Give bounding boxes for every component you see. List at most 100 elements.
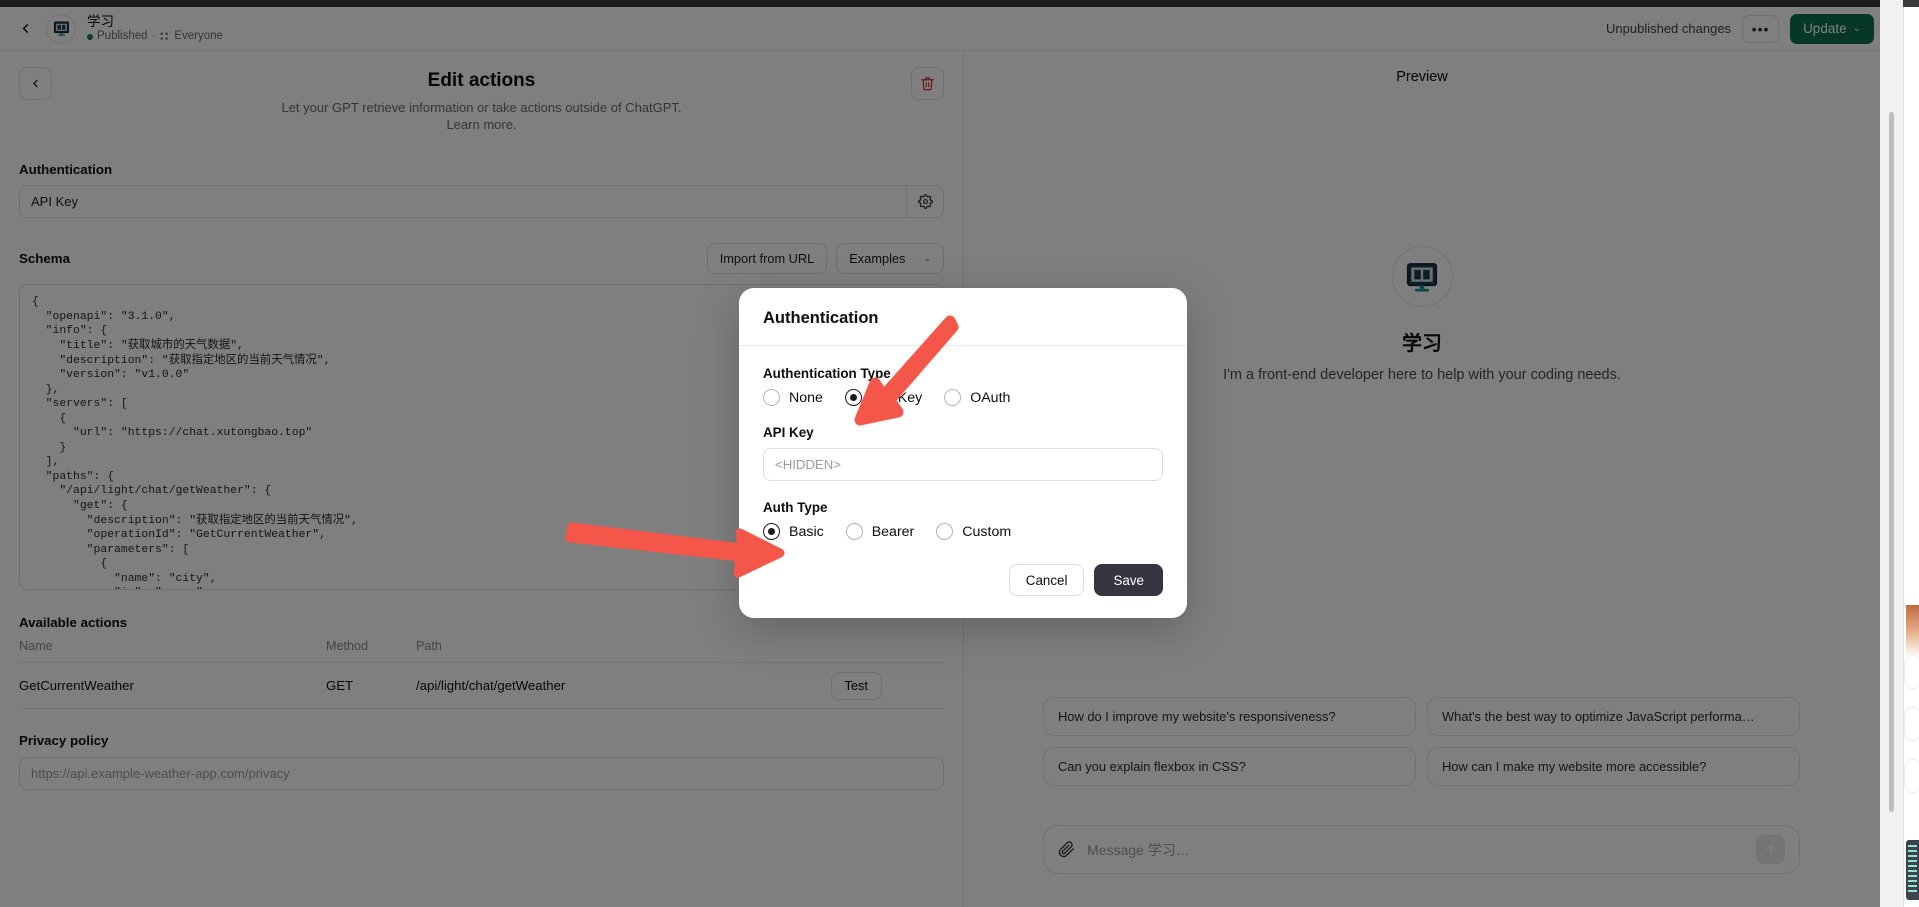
test-action-button[interactable]: Test bbox=[830, 671, 882, 700]
preview-gpt-name: 学习 bbox=[1402, 333, 1442, 355]
preview-title: Preview bbox=[1396, 69, 1448, 85]
auth-sub-type-radios: Basic Bearer Custom bbox=[763, 523, 1163, 540]
privacy-policy-input[interactable]: https://api.example-weather-app.com/priv… bbox=[19, 757, 944, 791]
radio-icon[interactable] bbox=[936, 523, 954, 540]
privacy-policy-section: Privacy policy https://api.example-weath… bbox=[19, 733, 944, 791]
editor-back-button[interactable] bbox=[19, 67, 52, 100]
cancel-label: Cancel bbox=[1025, 572, 1068, 588]
page-title: Edit actions bbox=[427, 70, 536, 91]
browser-chrome-strip bbox=[0, 0, 1880, 7]
auth-type-option-api-key[interactable]: API Key bbox=[844, 389, 922, 406]
background-chat-sliver bbox=[1904, 655, 1919, 855]
screen: 学习 Published · Everyone Unpublished chan bbox=[0, 0, 1919, 907]
message-input-placeholder[interactable]: Message 学习… bbox=[1087, 840, 1756, 860]
auth-type-radios: None API Key OAuth bbox=[763, 389, 1163, 406]
starter-chip[interactable]: Can you explain flexbox in CSS? bbox=[1043, 747, 1416, 786]
trash-icon bbox=[921, 77, 934, 91]
authentication-value: API Key bbox=[31, 194, 78, 210]
actions-table: Name Method Path GetCurrentWeather GET /… bbox=[19, 639, 944, 710]
visibility-label: Everyone bbox=[174, 30, 223, 43]
api-key-label: API Key bbox=[763, 425, 814, 440]
cell-action-path: /api/light/chat/getWeather bbox=[416, 678, 566, 694]
preview-gpt-description: I'm a front-end developer here to help w… bbox=[1223, 367, 1621, 383]
auth-sub-option-custom[interactable]: Custom bbox=[936, 523, 1011, 540]
starter-chip[interactable]: How do I improve my website's responsive… bbox=[1043, 697, 1416, 736]
auth-sub-basic-label: Basic bbox=[789, 523, 824, 540]
auth-sub-type-group: Auth Type Basic Bearer Custom bbox=[763, 500, 1163, 540]
attach-file-button[interactable] bbox=[1058, 841, 1075, 858]
page-subtitle: Let your GPT retrieve information or tak… bbox=[19, 99, 944, 133]
radio-icon-selected[interactable] bbox=[844, 389, 862, 406]
privacy-policy-label: Privacy policy bbox=[19, 733, 109, 749]
background-device-sliver bbox=[1906, 840, 1919, 900]
table-header-row: Name Method Path bbox=[19, 639, 944, 662]
people-icon bbox=[159, 31, 170, 42]
radio-icon[interactable] bbox=[845, 523, 863, 540]
auth-type-option-oauth[interactable]: OAuth bbox=[944, 389, 1010, 406]
scrollbar-thumb[interactable] bbox=[1889, 112, 1894, 812]
api-key-placeholder: <HIDDEN> bbox=[775, 457, 841, 472]
published-label: Published bbox=[97, 30, 148, 43]
api-key-group: API Key <HIDDEN> bbox=[763, 425, 1163, 481]
auth-type-oauth-label: OAuth bbox=[970, 389, 1011, 406]
chevron-left-icon bbox=[22, 24, 28, 33]
authentication-settings-button[interactable] bbox=[906, 186, 943, 218]
import-from-url-button[interactable]: Import from URL bbox=[706, 243, 828, 275]
ellipsis-icon: ••• bbox=[1751, 20, 1770, 37]
paperclip-icon bbox=[1058, 841, 1074, 858]
dialog-body: Authentication Type None API Key OAuth A… bbox=[739, 346, 1187, 560]
test-label: Test bbox=[844, 678, 868, 694]
update-label: Update bbox=[1803, 21, 1847, 36]
radio-icon[interactable] bbox=[944, 389, 962, 406]
examples-label: Examples bbox=[849, 251, 906, 267]
radio-icon[interactable] bbox=[763, 389, 780, 406]
message-composer[interactable]: Message 学习… bbox=[1043, 825, 1800, 874]
starter-chip[interactable]: What's the best way to optimize JavaScri… bbox=[1427, 697, 1800, 736]
send-message-button[interactable] bbox=[1756, 835, 1785, 864]
starter-chip[interactable]: How can I make my website more accessibl… bbox=[1427, 747, 1800, 786]
cancel-button[interactable]: Cancel bbox=[1008, 564, 1085, 596]
api-key-input[interactable]: <HIDDEN> bbox=[763, 448, 1163, 481]
browser-right-edge bbox=[1880, 0, 1919, 907]
starter-label: What's the best way to optimize JavaScri… bbox=[1442, 709, 1755, 724]
preview-avatar bbox=[1391, 246, 1453, 307]
authentication-field[interactable]: API Key bbox=[19, 185, 944, 219]
cell-action-name: GetCurrentWeather bbox=[19, 678, 134, 694]
available-actions-section: Available actions Name Method Path GetCu… bbox=[19, 615, 944, 710]
gpt-title: 学习 bbox=[87, 13, 114, 29]
column-header-path: Path bbox=[416, 639, 442, 654]
auth-sub-bearer-label: Bearer bbox=[871, 523, 915, 540]
auth-type-option-none[interactable]: None bbox=[763, 389, 823, 406]
chevron-down-icon: ⌄ bbox=[923, 253, 931, 264]
import-from-url-label: Import from URL bbox=[719, 251, 815, 267]
update-button[interactable]: Update ⌄ bbox=[1790, 13, 1874, 44]
schema-label: Schema bbox=[19, 251, 70, 267]
editor-header: Edit actions Let your GPT retrieve infor… bbox=[19, 67, 944, 133]
gear-icon bbox=[917, 194, 933, 210]
computer-study-icon bbox=[53, 21, 69, 36]
auth-sub-option-basic[interactable]: Basic bbox=[763, 523, 824, 540]
examples-button[interactable]: Examples ⌄ bbox=[836, 243, 944, 275]
auth-type-group: Authentication Type None API Key OAuth bbox=[763, 366, 1163, 406]
starter-label: How do I improve my website's responsive… bbox=[1058, 709, 1336, 724]
more-options-button[interactable]: ••• bbox=[1742, 14, 1780, 43]
save-button[interactable]: Save bbox=[1094, 564, 1163, 596]
dialog-footer: Cancel Save bbox=[739, 560, 1187, 618]
delete-action-button[interactable] bbox=[911, 67, 944, 100]
starter-label: Can you explain flexbox in CSS? bbox=[1058, 759, 1246, 774]
auth-sub-option-bearer[interactable]: Bearer bbox=[845, 523, 915, 540]
schema-header: Schema Import from URL Examples ⌄ bbox=[19, 243, 944, 275]
status-separator: · bbox=[151, 30, 156, 43]
authentication-section: Authentication API Key bbox=[19, 162, 944, 219]
radio-icon-selected[interactable] bbox=[763, 523, 780, 540]
published-dot-icon bbox=[87, 33, 93, 40]
auth-sub-custom-label: Custom bbox=[962, 523, 1012, 540]
top-bar: 学习 Published · Everyone Unpublished chan bbox=[0, 7, 1880, 51]
gpt-meta: 学习 Published · Everyone bbox=[87, 14, 223, 44]
learn-more-link[interactable]: Learn more. bbox=[446, 117, 516, 132]
starter-label: How can I make my website more accessibl… bbox=[1442, 759, 1707, 774]
chevron-down-icon: ⌄ bbox=[1852, 23, 1861, 34]
unpublished-changes-label: Unpublished changes bbox=[1606, 21, 1732, 36]
computer-study-icon bbox=[1406, 262, 1438, 291]
back-button[interactable] bbox=[10, 14, 40, 44]
